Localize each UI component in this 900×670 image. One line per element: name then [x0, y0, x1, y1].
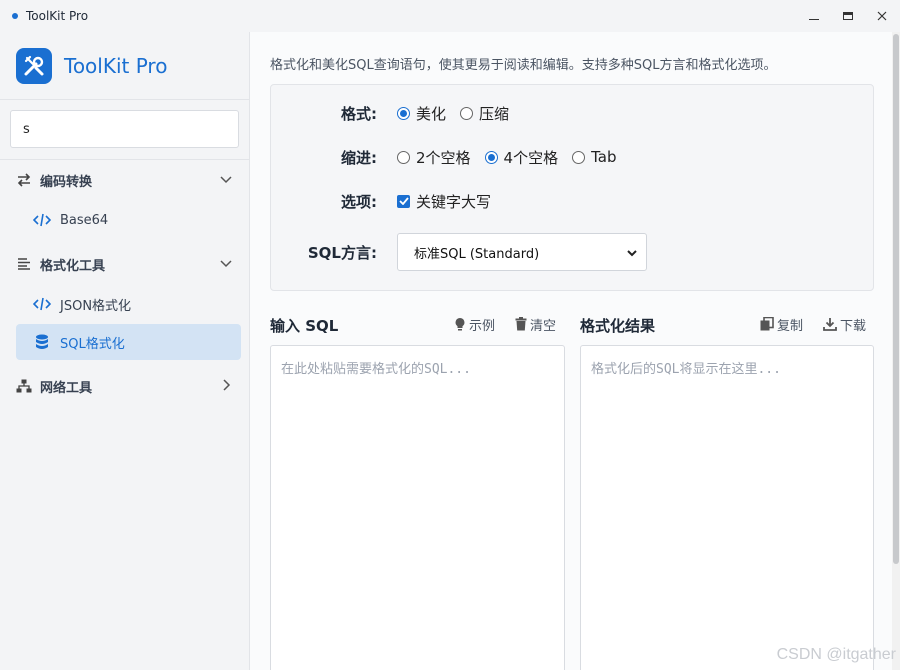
tool-description: 格式化和美化SQL查询语句，使其更易于阅读和编辑。支持多种SQL方言和格式化选项… — [270, 58, 777, 73]
example-label: 示例 — [469, 318, 496, 334]
search-input[interactable] — [10, 110, 239, 148]
code-icon — [32, 296, 52, 312]
toolkit-logo-icon — [16, 47, 52, 84]
close-icon — [877, 11, 887, 21]
indent-tab-radio[interactable]: Tab — [572, 148, 617, 166]
copy-icon — [760, 317, 774, 331]
clear-label: 清空 — [530, 318, 557, 334]
scrollbar-thumb[interactable] — [893, 34, 899, 564]
maximize-icon — [843, 12, 853, 20]
brand-name: ToolKit Pro — [64, 53, 168, 78]
chevron-down-icon — [627, 250, 637, 257]
sidebar-item-label: SQL格式化 — [60, 336, 125, 352]
app-dot-icon — [12, 13, 18, 19]
sql-output-editor[interactable] — [580, 345, 874, 670]
format-beautify-radio[interactable]: 美化 — [397, 103, 446, 124]
dialect-value: 标准SQL (Standard) — [414, 246, 540, 262]
close-button[interactable] — [866, 0, 898, 32]
network-icon — [16, 378, 32, 394]
sidebar-item-sql-format[interactable]: SQL格式化 — [16, 324, 241, 360]
download-button[interactable]: 下载 — [823, 314, 866, 334]
output-pane-title: 格式化结果 — [580, 316, 656, 335]
minimize-icon — [809, 18, 819, 20]
maximize-button[interactable] — [832, 0, 864, 32]
nav-group-formatting[interactable]: 格式化工具 — [0, 244, 249, 284]
radio-label: 4个空格 — [503, 148, 559, 167]
minimize-button[interactable] — [798, 0, 830, 32]
radio-label: 压缩 — [479, 104, 510, 123]
nav-group-label: 网络工具 — [40, 380, 93, 396]
extra-options-label: 选项: — [341, 192, 377, 211]
radio-label: Tab — [591, 148, 617, 166]
sidebar-item-label: Base64 — [60, 212, 109, 228]
chevron-down-icon — [220, 260, 232, 268]
search-area — [0, 100, 249, 160]
sidebar-item-label: JSON格式化 — [60, 298, 132, 314]
window-title: ToolKit Pro — [26, 9, 89, 23]
sidebar: ToolKit Pro 编码转换 Base64 格式化工具 — [0, 32, 250, 670]
indent-label: 缩进: — [341, 148, 377, 167]
format-label: 格式: — [341, 104, 377, 123]
dialect-select[interactable]: 标准SQL (Standard) — [397, 233, 647, 271]
clear-button[interactable]: 清空 — [515, 314, 556, 334]
align-left-icon — [16, 256, 32, 272]
main-content: 格式化和美化SQL查询语句，使其更易于阅读和编辑。支持多种SQL方言和格式化选项… — [250, 32, 900, 670]
brand: ToolKit Pro — [0, 32, 249, 100]
chevron-down-icon — [220, 176, 232, 184]
indent-2-spaces-radio[interactable]: 2个空格 — [397, 147, 471, 168]
checkbox-label: 关键字大写 — [416, 192, 492, 211]
swap-arrows-icon — [16, 172, 32, 188]
checkbox-checked-icon — [397, 194, 410, 208]
chevron-right-icon — [223, 379, 231, 391]
radio-label: 2个空格 — [416, 148, 471, 167]
nav-group-label: 编码转换 — [40, 174, 93, 190]
example-button[interactable]: 示例 — [454, 314, 495, 334]
uppercase-keywords-checkbox[interactable]: 关键字大写 — [397, 191, 491, 212]
nav-group-encoding[interactable]: 编码转换 — [0, 160, 249, 200]
sidebar-item-json-format[interactable]: JSON格式化 — [16, 286, 241, 322]
input-pane-header: 输入 SQL — [270, 314, 338, 336]
copy-button[interactable]: 复制 — [760, 314, 803, 334]
copy-label: 复制 — [777, 318, 804, 334]
watermark: CSDN @itgather — [776, 646, 896, 663]
output-pane-header: 格式化结果 — [580, 314, 655, 336]
dialect-label: SQL方言: — [307, 243, 377, 262]
scrollbar[interactable] — [892, 32, 900, 670]
database-icon — [32, 334, 52, 350]
sidebar-item-base64[interactable]: Base64 — [16, 202, 241, 238]
download-icon — [823, 318, 837, 331]
radio-label: 美化 — [416, 104, 447, 123]
indent-4-spaces-radio[interactable]: 4个空格 — [484, 147, 559, 168]
options-panel: 格式: 美化 压缩 缩进: 2个空格 4个空格 Tab 选项: 关键字大写 SQ… — [270, 84, 874, 291]
input-pane-title: 输入 SQL — [270, 316, 339, 335]
code-icon — [32, 212, 52, 228]
sql-input-editor[interactable] — [270, 345, 565, 670]
lightbulb-icon — [455, 318, 465, 331]
title-bar: ToolKit Pro — [0, 0, 900, 32]
trash-icon — [515, 317, 527, 331]
format-compress-radio[interactable]: 压缩 — [460, 103, 509, 124]
nav-group-network[interactable]: 网络工具 — [0, 366, 249, 406]
download-label: 下载 — [840, 318, 867, 334]
nav-group-label: 格式化工具 — [40, 258, 106, 274]
